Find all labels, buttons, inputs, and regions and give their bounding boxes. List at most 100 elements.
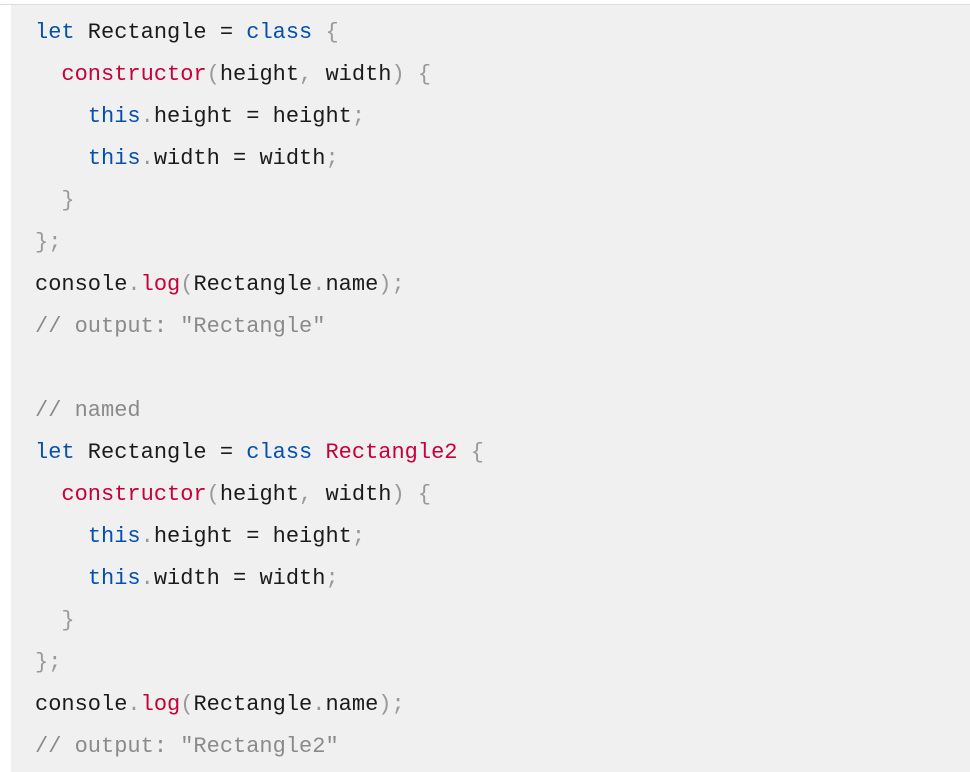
code-token-punct: ( (180, 272, 194, 297)
code-token-plain: console (35, 272, 128, 297)
code-token-punct: } (61, 608, 75, 633)
code-line: this.width = width; (35, 142, 484, 184)
code-token-punct: ; (48, 230, 62, 255)
code-token-func: log (140, 692, 181, 717)
code-line: console.log(Rectangle.name); (35, 688, 484, 730)
code-token-keyword: let (35, 20, 75, 45)
code-token-punct: ; (325, 146, 339, 171)
code-token-punct: . (127, 272, 141, 297)
code-token-plain: = (246, 104, 260, 129)
code-token-keyword: class (246, 440, 313, 465)
code-token-punct: ; (325, 566, 339, 591)
code-token-plain: console (35, 692, 128, 717)
code-token-punct: . (312, 272, 326, 297)
code-token-func: log (140, 272, 181, 297)
code-token-punct: { (417, 62, 432, 87)
code-token-plain: Rectangle (74, 20, 220, 45)
code-token-plain: = (219, 440, 234, 465)
code-token-plain: height (219, 62, 300, 87)
code-line: this.height = height; (35, 100, 484, 142)
code-token-punct: ) (378, 692, 392, 717)
code-token-plain: height (153, 524, 247, 549)
code-token-plain: width (246, 566, 326, 591)
code-token-punct: } (35, 230, 49, 255)
code-token-punct: ( (206, 62, 220, 87)
code-token-punct: ; (48, 650, 62, 675)
code-line: this.height = height; (35, 520, 484, 562)
code-token-plain: name (325, 272, 379, 297)
code-token-plain: width (153, 146, 234, 171)
code-token-plain: Rectangle (74, 440, 220, 465)
code-token-plain: = (233, 146, 247, 171)
code-token-punct: ; (391, 272, 405, 297)
code-token-punct: . (140, 524, 154, 549)
code-token-punct: } (35, 650, 49, 675)
code-token-keyword: class (246, 20, 313, 45)
code-token-keyword: this (87, 146, 141, 171)
code-token-punct: } (61, 188, 75, 213)
code-line: } (35, 604, 484, 646)
code-token-punct: . (140, 566, 154, 591)
code-lines: let Rectangle = class { constructor(heig… (35, 16, 484, 772)
code-token-punct: ) (391, 62, 405, 87)
code-token-plain: height (259, 104, 352, 129)
code-token-plain: width (246, 146, 326, 171)
code-token-comment: // output: "Rectangle" (35, 314, 326, 339)
code-token-plain: name (325, 692, 379, 717)
code-token-punct: ; (351, 524, 366, 549)
code-block: let Rectangle = class { constructor(heig… (11, 5, 970, 772)
code-token-punct: , (299, 62, 313, 87)
code-token-punct: ; (391, 692, 405, 717)
code-line: } (35, 184, 484, 226)
code-token-punct: . (312, 692, 326, 717)
code-token-comment: // output: "Rectangle2" (35, 734, 339, 759)
code-token-punct: , (299, 482, 313, 507)
code-token-punct: ; (351, 104, 366, 129)
code-token-plain: height (219, 482, 300, 507)
code-token-punct: . (127, 692, 141, 717)
code-token-keyword: this (87, 524, 141, 549)
code-token-plain: Rectangle (193, 692, 313, 717)
code-token-plain: width (153, 566, 234, 591)
code-token-punct: { (417, 482, 432, 507)
code-token-plain: width (312, 62, 392, 87)
code-token-comment: // named (35, 398, 141, 423)
code-token-func: constructor (61, 62, 207, 87)
code-token-punct: ( (180, 692, 194, 717)
code-line: // output: "Rectangle" (35, 310, 484, 352)
code-token-func: constructor (61, 482, 207, 507)
code-token-keyword: this (87, 566, 141, 591)
code-token-plain: height (153, 104, 247, 129)
code-line: }; (35, 226, 484, 268)
code-token-plain: height (259, 524, 352, 549)
code-token-punct: ) (391, 482, 405, 507)
code-token-keyword: this (87, 104, 141, 129)
code-token-plain: = (233, 566, 247, 591)
code-line: // named (35, 394, 484, 436)
code-line: constructor(height, width) { (35, 478, 484, 520)
code-line: let Rectangle = class Rectangle2 { (35, 436, 484, 478)
code-token-punct: ) (378, 272, 392, 297)
code-line: let Rectangle = class { (35, 16, 484, 58)
code-token-plain: = (219, 20, 234, 45)
code-token-keyword: let (35, 440, 75, 465)
code-line: }; (35, 646, 484, 688)
code-token-plain: width (312, 482, 392, 507)
code-token-plain: = (246, 524, 260, 549)
code-line: constructor(height, width) { (35, 58, 484, 100)
code-token-punct: . (140, 104, 154, 129)
